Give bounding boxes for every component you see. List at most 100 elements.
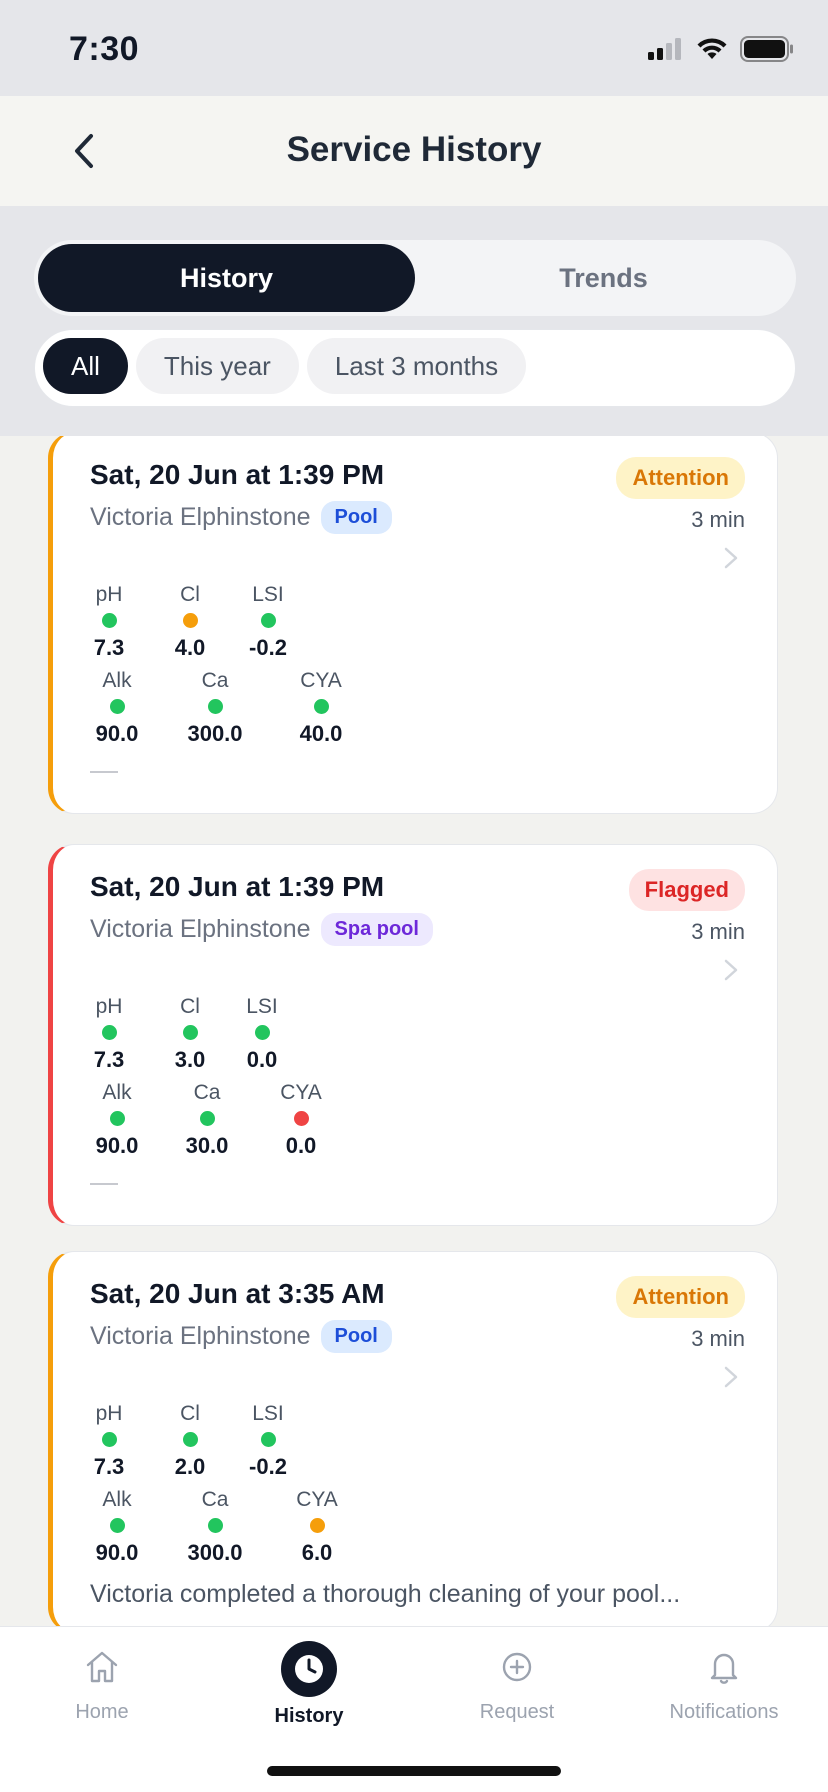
plus-circle-icon [491, 1641, 543, 1693]
metric-label: Cl [180, 995, 200, 1018]
metric-status-dot [101, 613, 117, 628]
metric-alk: Alk 90.0 [82, 669, 152, 747]
metric-status-dot [254, 1025, 270, 1040]
metric-ph: pH 7.3 [74, 995, 144, 1073]
metric-cya: CYA 40.0 [286, 669, 356, 747]
chevron-right-icon [724, 1366, 738, 1388]
tab-home[interactable]: Home [22, 1641, 182, 1741]
technician-name: Victoria Elphinstone [90, 503, 311, 531]
visit-date: Sat, 20 Jun at 1:39 PM [90, 871, 385, 902]
visit-card[interactable]: Sat, 20 Jun at 3:35 AM Victoria Elphinst… [48, 1251, 778, 1626]
visit-technician-row: Victoria Elphinstone Pool [90, 1320, 392, 1353]
metric-value: 0.0 [285, 1133, 317, 1158]
metric-label: Alk [102, 669, 132, 692]
pool-type-tag: Pool [320, 1320, 392, 1353]
visit-card[interactable]: Sat, 20 Jun at 1:39 PM Victoria Elphinst… [48, 436, 778, 814]
status-icons [648, 36, 794, 62]
visit-duration: 3 min [691, 1326, 745, 1351]
segment-history[interactable]: History [38, 244, 415, 312]
metric-status-dot [207, 1518, 223, 1533]
technician-name: Victoria Elphinstone [90, 1322, 311, 1350]
metric-value: 30.0 [185, 1133, 229, 1158]
home-icon [76, 1641, 128, 1693]
tab-notifications[interactable]: Notifications [644, 1641, 804, 1741]
metric-status-dot [260, 613, 276, 628]
metric-cl: Cl 4.0 [155, 583, 225, 661]
metric-value: 2.0 [174, 1454, 206, 1479]
status-badge: Attention [616, 457, 745, 499]
status-time: 7:30 [69, 30, 140, 68]
metric-label: Alk [102, 1081, 132, 1104]
metric-status-dot [293, 1111, 309, 1126]
metric-cya: CYA 6.0 [282, 1488, 352, 1566]
visit-technician-row: Victoria Elphinstone Spa pool [90, 913, 433, 946]
metric-status-dot [101, 1025, 117, 1040]
filter-chip-this-year[interactable]: This year [135, 338, 299, 394]
metric-label: LSI [246, 995, 278, 1018]
filter-chip-last-3-months[interactable]: Last 3 months [306, 338, 527, 394]
metric-status-dot [101, 1432, 117, 1447]
metric-label: Ca [201, 1488, 229, 1511]
segment-trends[interactable]: Trends [415, 244, 792, 312]
empty-note-dash [90, 1183, 118, 1185]
metric-status-dot [207, 699, 223, 714]
metric-value: 6.0 [301, 1540, 333, 1565]
metric-lsi: LSI 0.0 [227, 995, 297, 1073]
visit-date: Sat, 20 Jun at 3:35 AM [90, 1278, 385, 1309]
segmented-control: History Trends [34, 240, 796, 316]
filter-chip-all[interactable]: All [43, 338, 128, 394]
technician-name: Victoria Elphinstone [90, 915, 311, 943]
metric-value: 0.0 [246, 1047, 278, 1072]
visit-duration: 3 min [691, 507, 745, 532]
metric-ph: pH 7.3 [74, 1402, 144, 1480]
metric-value: 90.0 [95, 1540, 139, 1565]
metric-value: 7.3 [93, 1047, 125, 1072]
metric-status-dot [313, 699, 329, 714]
metric-value: 40.0 [299, 721, 343, 746]
metric-value: 7.3 [93, 635, 125, 660]
pool-type-tag: Spa pool [320, 913, 433, 946]
tab-label: Notifications [669, 1701, 779, 1723]
visit-card[interactable]: Sat, 20 Jun at 1:39 PM Victoria Elphinst… [48, 844, 778, 1226]
metric-label: Cl [180, 1402, 200, 1425]
tab-request[interactable]: Request [437, 1641, 597, 1741]
battery-icon [740, 36, 793, 62]
page-title: Service History [286, 130, 542, 169]
status-bar: 7:30 [0, 0, 828, 96]
metric-value: 90.0 [95, 721, 139, 746]
metric-status-dot [182, 1432, 198, 1447]
status-badge: Attention [616, 1276, 745, 1318]
tab-label: Home [75, 1701, 129, 1723]
pool-type-tag: Pool [320, 501, 392, 534]
metric-label: LSI [252, 1402, 284, 1425]
metric-status-dot [109, 699, 125, 714]
metric-label: Cl [180, 583, 200, 606]
metric-cl: Cl 3.0 [155, 995, 225, 1073]
metric-status-dot [260, 1432, 276, 1447]
metric-status-dot [109, 1111, 125, 1126]
chevron-right-icon [724, 959, 738, 981]
date-filter-chips: All This year Last 3 months [34, 329, 796, 407]
metric-label: CYA [296, 1488, 338, 1511]
bell-icon [698, 1641, 750, 1693]
metric-status-dot [109, 1518, 125, 1533]
metric-label: pH [95, 995, 123, 1018]
metric-status-dot [199, 1111, 215, 1126]
metric-label: CYA [300, 669, 342, 692]
metric-ca: Ca 300.0 [180, 1488, 250, 1566]
metric-value: -0.2 [249, 1454, 287, 1479]
wifi-icon [697, 38, 727, 59]
tab-history[interactable]: History [229, 1641, 389, 1741]
home-indicator [267, 1766, 561, 1776]
chevron-right-icon [724, 547, 738, 569]
metric-value: 300.0 [187, 1540, 243, 1565]
visit-date: Sat, 20 Jun at 1:39 PM [90, 459, 385, 490]
visit-technician-row: Victoria Elphinstone Pool [90, 501, 392, 534]
metric-value: 4.0 [174, 635, 206, 660]
metric-status-dot [309, 1518, 325, 1533]
visit-list: Sat, 20 Jun at 1:39 PM Victoria Elphinst… [0, 436, 828, 1626]
metric-label: Alk [102, 1488, 132, 1511]
metric-alk: Alk 90.0 [82, 1081, 152, 1159]
metric-label: pH [95, 1402, 123, 1425]
nav-bar: Service History [0, 96, 828, 206]
